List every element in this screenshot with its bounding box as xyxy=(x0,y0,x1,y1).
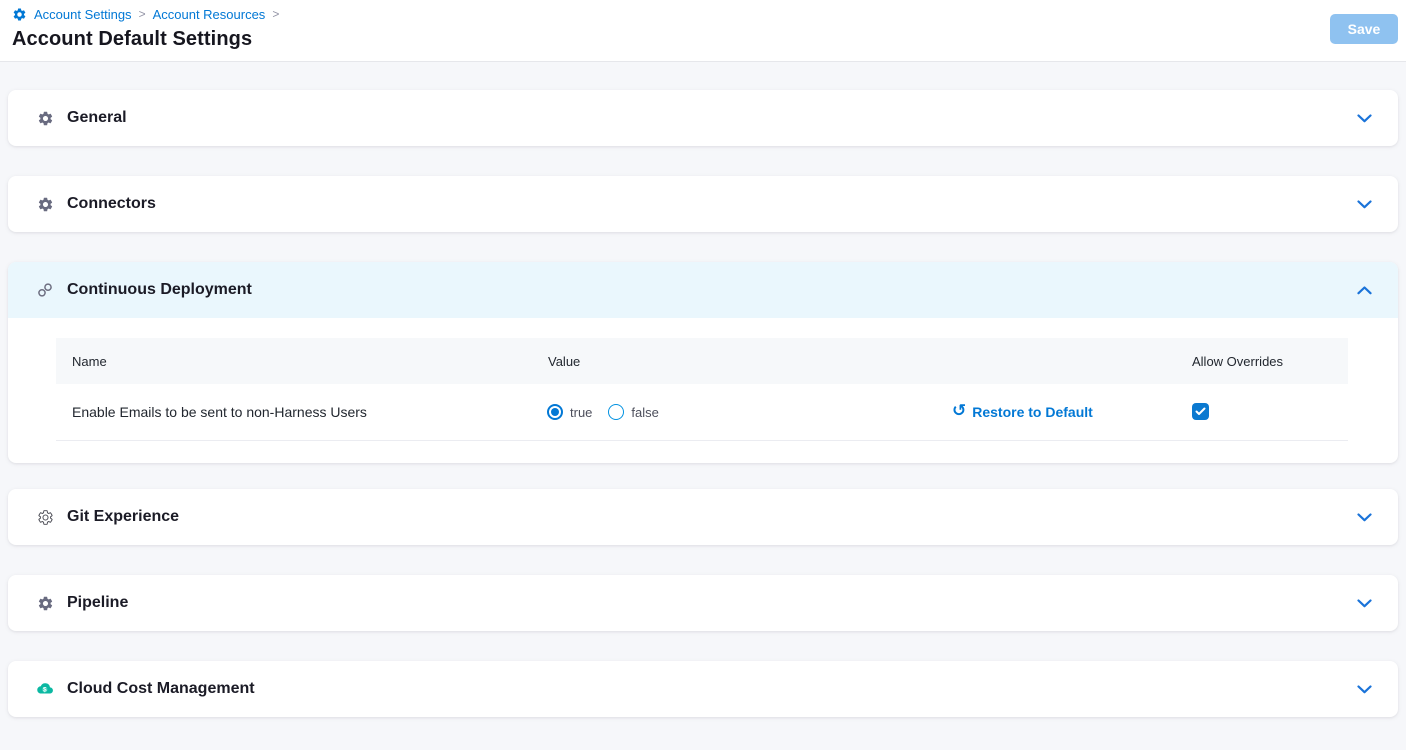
breadcrumb: Account Settings > Account Resources > xyxy=(12,7,1398,22)
chevron-down-icon[interactable] xyxy=(1357,513,1372,522)
chevron-down-icon[interactable] xyxy=(1357,114,1372,123)
section-cloud-cost-management-header[interactable]: $ Cloud Cost Management xyxy=(8,661,1398,717)
section-pipeline-header[interactable]: Pipeline xyxy=(8,575,1398,631)
radio-true-label: true xyxy=(570,405,592,420)
setting-name: Enable Emails to be sent to non-Harness … xyxy=(56,404,532,420)
section-pipeline: Pipeline xyxy=(8,575,1398,631)
allow-overrides-cell xyxy=(1176,403,1348,421)
value-radio-group: true false xyxy=(532,404,952,420)
gear-icon xyxy=(36,594,54,612)
section-general: General xyxy=(8,90,1398,146)
radio-option-true[interactable]: true xyxy=(547,404,592,420)
restore-icon: ↺ xyxy=(952,403,966,419)
section-git-experience: Git Experience xyxy=(8,489,1398,545)
section-connectors-header[interactable]: Connectors xyxy=(8,176,1398,232)
section-continuous-deployment-header[interactable]: Continuous Deployment xyxy=(8,262,1398,318)
section-label: Connectors xyxy=(67,195,156,213)
radio-option-false[interactable]: false xyxy=(608,404,658,420)
save-button[interactable]: Save xyxy=(1330,14,1398,44)
breadcrumb-account-settings[interactable]: Account Settings xyxy=(34,7,132,22)
gear-icon xyxy=(36,195,54,213)
settings-table: Name Value Allow Overrides Enable Emails… xyxy=(56,338,1348,441)
page-title: Account Default Settings xyxy=(12,28,1398,51)
section-label: Cloud Cost Management xyxy=(67,680,255,698)
restore-to-default-link[interactable]: ↺ Restore to Default xyxy=(952,404,1176,420)
section-label: Pipeline xyxy=(67,594,128,612)
section-label: General xyxy=(67,109,127,127)
section-connectors: Connectors xyxy=(8,176,1398,232)
page-header: Account Settings > Account Resources > A… xyxy=(0,0,1406,62)
gear-icon xyxy=(36,109,54,127)
section-continuous-deployment: Continuous Deployment Name Value Allow O… xyxy=(8,262,1398,463)
cloud-dollar-icon: $ xyxy=(36,680,54,698)
breadcrumb-account-resources[interactable]: Account Resources xyxy=(153,7,266,22)
section-git-experience-header[interactable]: Git Experience xyxy=(8,489,1398,545)
chevron-down-icon[interactable] xyxy=(1357,685,1372,694)
setting-row-enable-emails: Enable Emails to be sent to non-Harness … xyxy=(56,384,1348,441)
column-header-name: Name xyxy=(56,354,532,369)
section-label: Git Experience xyxy=(67,508,179,526)
radio-false-unselected[interactable] xyxy=(608,404,624,420)
radio-true-selected[interactable] xyxy=(547,404,563,420)
settings-table-header: Name Value Allow Overrides xyxy=(56,338,1348,384)
column-header-allow-overrides: Allow Overrides xyxy=(1176,354,1348,369)
svg-text:$: $ xyxy=(43,687,47,694)
column-header-value: Value xyxy=(532,354,952,369)
continuous-deployment-settings: Name Value Allow Overrides Enable Emails… xyxy=(8,318,1398,463)
gear-outline-icon xyxy=(36,508,54,526)
section-cloud-cost-management: $ Cloud Cost Management xyxy=(8,661,1398,717)
chevron-down-icon[interactable] xyxy=(1357,599,1372,608)
settings-gear-icon xyxy=(12,7,27,22)
breadcrumb-separator: > xyxy=(272,7,279,22)
chevron-down-icon[interactable] xyxy=(1357,200,1372,209)
section-general-header[interactable]: General xyxy=(8,90,1398,146)
breadcrumb-separator: > xyxy=(139,7,146,22)
chain-link-icon xyxy=(36,281,54,299)
chevron-up-icon[interactable] xyxy=(1357,286,1372,295)
radio-false-label: false xyxy=(631,405,658,420)
allow-overrides-checkbox-checked[interactable] xyxy=(1192,403,1209,420)
restore-label: Restore to Default xyxy=(972,404,1093,420)
section-label: Continuous Deployment xyxy=(67,281,252,299)
sections-list: General Connectors Continuous Deploy xyxy=(0,62,1406,717)
